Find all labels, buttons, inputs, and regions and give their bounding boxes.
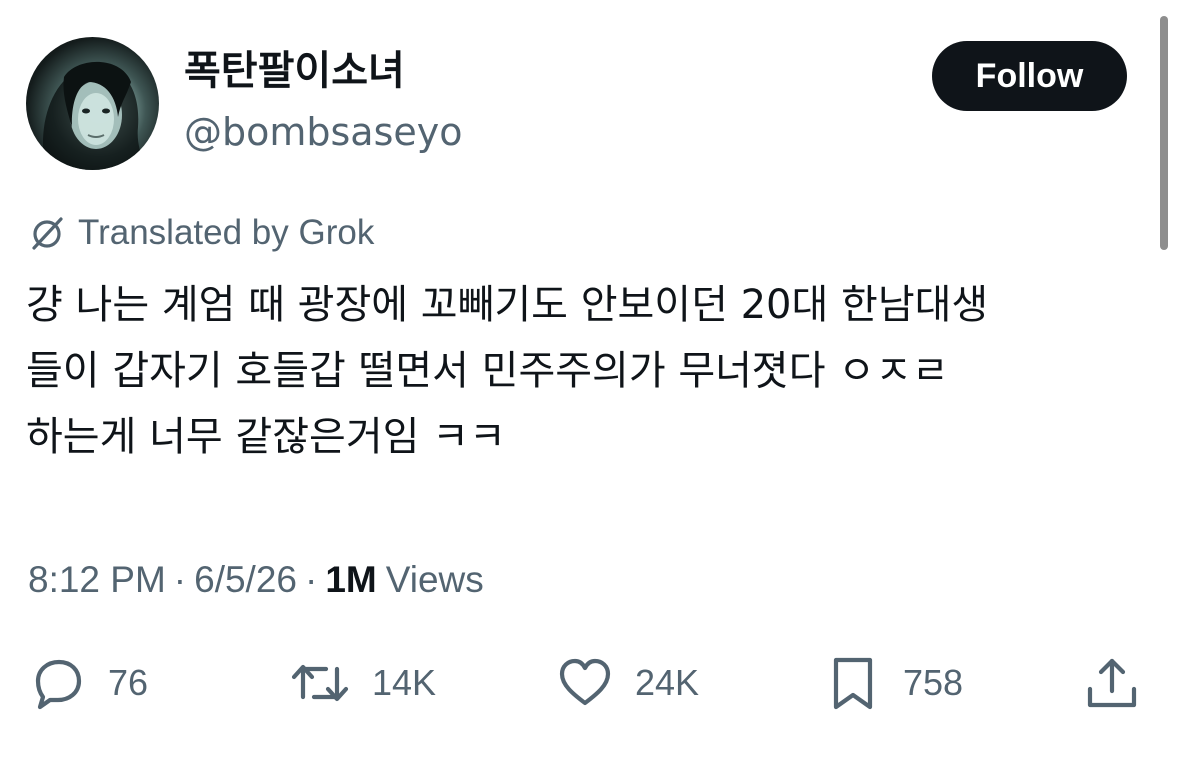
- reply-icon: [35, 659, 82, 710]
- translation-label: Translated by Grok: [78, 213, 375, 252]
- retweet-button[interactable]: 14K: [288, 650, 436, 716]
- meta-separator: ·: [173, 559, 187, 600]
- action-bar: 76 14K 24K 758: [0, 650, 1179, 716]
- tweet-meta: 8:12 PM · 6/5/26 · 1M Views: [28, 555, 484, 605]
- reply-count: 76: [108, 662, 149, 703]
- bookmark-count: 758: [903, 662, 964, 703]
- user-handle[interactable]: @bombsaseyo: [184, 107, 463, 157]
- views-label: Views: [385, 559, 484, 600]
- grok-icon: [28, 213, 68, 253]
- meta-separator: ·: [305, 559, 318, 600]
- tweet-text: 걍 나는 계엄 때 광장에 꼬빼기도 안보이던 20대 한남대생 들이 갑자기 …: [26, 282, 989, 460]
- avatar[interactable]: [26, 37, 159, 170]
- retweet-icon: [291, 664, 349, 702]
- heart-icon: [559, 658, 611, 706]
- tweet-time[interactable]: 8:12 PM: [28, 559, 166, 601]
- retweet-count: 14K: [372, 662, 437, 703]
- tweet-header: 폭탄팔이소녀 @bombsaseyo Follow: [26, 37, 1136, 171]
- follow-button[interactable]: Follow: [932, 41, 1127, 111]
- share-icon: [1087, 658, 1137, 708]
- avatar-image: [42, 61, 148, 170]
- scrollbar[interactable]: [1160, 16, 1168, 250]
- like-button[interactable]: 24K: [555, 650, 699, 716]
- bookmark-button[interactable]: 758: [823, 650, 963, 716]
- reply-button[interactable]: 76: [28, 650, 148, 716]
- views-count: 1M: [325, 559, 377, 600]
- display-name[interactable]: 폭탄팔이소녀: [184, 45, 405, 97]
- bookmark-icon: [833, 657, 873, 710]
- like-count: 24K: [635, 662, 700, 703]
- share-button[interactable]: [1082, 650, 1142, 716]
- translation-notice[interactable]: Translated by Grok: [28, 210, 374, 256]
- tweet-date[interactable]: 6/5/26: [194, 559, 297, 601]
